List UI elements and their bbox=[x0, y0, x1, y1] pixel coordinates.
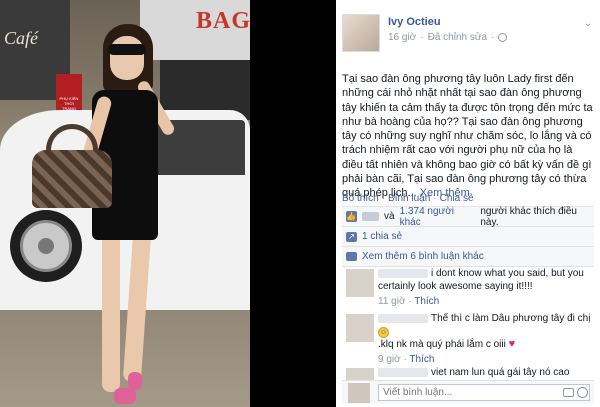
author-avatar[interactable] bbox=[342, 14, 380, 52]
comment-item: i dont know what you said, but you certa… bbox=[342, 267, 594, 308]
globe-icon[interactable] bbox=[498, 33, 508, 42]
action-separator: · bbox=[433, 193, 437, 204]
post-body-text: Tại sao đàn ông phương tây luôn Lady fir… bbox=[342, 73, 593, 200]
heart-emoji-icon: ♥ bbox=[508, 338, 516, 350]
commenter-avatar[interactable] bbox=[346, 368, 374, 380]
likes-suffix: người khác thích điều này. bbox=[480, 205, 577, 228]
comment-time[interactable]: 9 giờ bbox=[378, 354, 401, 365]
blurred-name[interactable] bbox=[361, 212, 380, 221]
commenter-name[interactable] bbox=[378, 367, 428, 377]
handbag bbox=[32, 150, 112, 208]
post-actions: Bỏ thích · Bình luận · Chia sẻ bbox=[342, 193, 474, 204]
post-time[interactable]: 16 giờ bbox=[388, 32, 416, 43]
comment-text-2: .klq nk mà quý phái lắm c oiii ♥ bbox=[378, 338, 594, 351]
post-text: Tại sao đàn ông phương tây luôn Lady fir… bbox=[342, 72, 594, 201]
commenter-name[interactable] bbox=[378, 268, 428, 278]
author-name[interactable]: Ivy Octieu bbox=[388, 16, 441, 28]
comment-like-button[interactable]: Thích bbox=[414, 296, 439, 307]
likes-prefix: và bbox=[384, 211, 395, 222]
comment-meta: 11 giờ · Thích bbox=[378, 296, 440, 307]
shares-link[interactable]: 1 chia sẻ bbox=[362, 231, 402, 242]
share-button[interactable]: Chia sẻ bbox=[440, 193, 474, 204]
shoe-left bbox=[114, 388, 136, 404]
comment-item: Thế thì c làm Dâu phương tây đi chị ☺ .k… bbox=[342, 312, 594, 366]
comment-body-2: .klq nk mà quý phái lắm c oiii bbox=[378, 339, 506, 350]
post-header: Ivy Octieu 16 giờ · Đã chỉnh sửa · ⌄ bbox=[342, 14, 594, 58]
comment-meta: 9 giờ · Thích bbox=[378, 354, 435, 365]
feedback-box: 👍 và 1.374 người khác người khác thích đ… bbox=[342, 206, 594, 267]
more-comments-link[interactable]: Xem thêm 6 bình luận khác bbox=[362, 251, 484, 262]
camera-icon[interactable] bbox=[563, 388, 574, 397]
banner-text: PHỤ KIỆN THỜI TRANG bbox=[59, 96, 79, 111]
commenter-avatar[interactable] bbox=[346, 314, 374, 342]
edited-label[interactable]: Đã chỉnh sửa bbox=[428, 32, 488, 43]
action-separator: · bbox=[381, 193, 386, 204]
commenter-name[interactable] bbox=[378, 313, 428, 323]
chevron-down-icon[interactable]: ⌄ bbox=[582, 18, 594, 30]
comment-item: viet nam lun quá gái tây nó cao bbox=[342, 366, 594, 380]
store-sign: BAG bbox=[196, 8, 250, 34]
sunglasses bbox=[108, 44, 146, 55]
share-icon: ↗ bbox=[346, 231, 357, 242]
more-comments-row[interactable]: Xem thêm 6 bình luận khác bbox=[342, 247, 594, 267]
comment-emoji-line: ☺ bbox=[378, 325, 594, 338]
comment-time[interactable]: 11 giờ bbox=[378, 296, 406, 307]
meta-separator: · bbox=[420, 32, 424, 43]
likes-count-link[interactable]: 1.374 người khác bbox=[400, 206, 476, 228]
comment-body: viet nam lun quá gái tây nó cao bbox=[431, 367, 570, 378]
thumbs-up-icon: 👍 bbox=[346, 211, 357, 222]
smile-emoji-icon: ☺ bbox=[378, 327, 389, 338]
cafe-sign: Café bbox=[4, 28, 38, 48]
comment-input[interactable] bbox=[378, 384, 590, 401]
post-meta: 16 giờ · Đã chỉnh sửa · bbox=[388, 32, 508, 43]
photo-viewer-background bbox=[250, 0, 336, 407]
emoji-icon[interactable] bbox=[577, 387, 588, 398]
comment-like-button[interactable]: Thích bbox=[409, 354, 434, 365]
unlike-button[interactable]: Bỏ thích bbox=[342, 193, 379, 204]
comment-text: i dont know what you said, but you certa… bbox=[378, 267, 594, 293]
viewer-avatar bbox=[348, 383, 370, 403]
comment-button[interactable]: Bình luận bbox=[388, 193, 430, 204]
woman-leg-left bbox=[102, 232, 120, 392]
wheel-hub bbox=[38, 238, 54, 254]
comment-body: Thế thì c làm Dâu phương tây đi chị bbox=[431, 313, 591, 324]
post-panel: Ivy Octieu 16 giờ · Đã chỉnh sửa · ⌄ Tại… bbox=[336, 0, 600, 407]
shares-row[interactable]: ↗ 1 chia sẻ bbox=[342, 227, 594, 247]
likes-row: 👍 và 1.374 người khác người khác thích đ… bbox=[342, 205, 594, 228]
comment-text: viet nam lun quá gái tây nó cao bbox=[378, 366, 594, 379]
commenter-avatar[interactable] bbox=[346, 269, 374, 297]
comment-icon bbox=[346, 252, 357, 261]
post-photo[interactable]: Café BAG PHỤ KIỆN THỜI TRANG bbox=[0, 0, 250, 407]
woman-face bbox=[110, 36, 144, 80]
write-comment-box bbox=[342, 380, 594, 404]
meta-separator: · bbox=[491, 32, 495, 43]
comment-text: Thế thì c làm Dâu phương tây đi chị bbox=[378, 312, 594, 325]
